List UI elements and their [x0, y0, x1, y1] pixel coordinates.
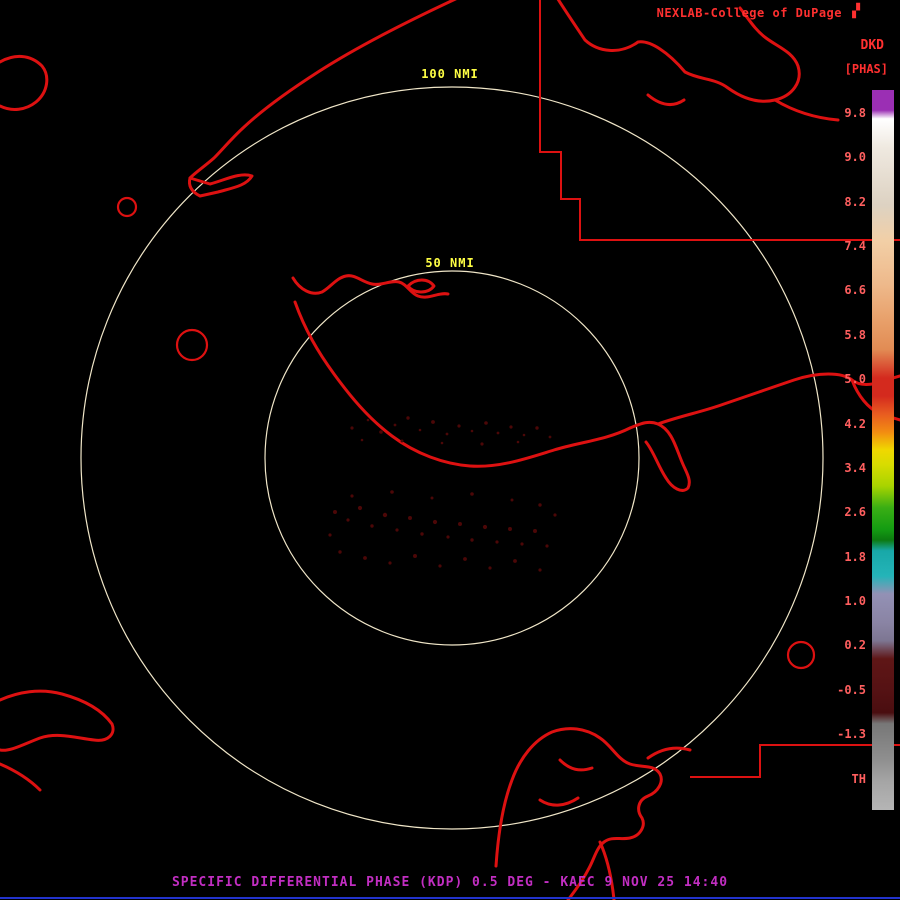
colorbar-tick-label: TH — [851, 772, 866, 786]
cod-logo-icon: ▞ — [852, 4, 860, 19]
kdp-colorbar — [872, 90, 894, 810]
colorbar-tick-label: 9.8 — [844, 106, 866, 120]
radar-display: 100 NMI 50 NMI NEXLAB-College of DuPage … — [0, 0, 900, 900]
radar-map-overlay — [0, 0, 900, 900]
product-unit-label: [PHAS] — [844, 62, 888, 76]
colorbar-tick-label: 1.0 — [844, 594, 866, 608]
radar-clutter-echoes — [328, 416, 557, 572]
colorbar-tick-label: -1.3 — [837, 727, 866, 741]
colorbar-tick-label: -0.5 — [837, 683, 866, 697]
colorbar-tick-label: 0.2 — [844, 638, 866, 652]
colorbar-tick-label: 3.4 — [844, 461, 866, 475]
colorbar-tick-label: 6.6 — [844, 283, 866, 297]
colorbar-tick-label: 9.0 — [844, 150, 866, 164]
product-code-label: DKD — [860, 38, 884, 53]
bottom-border-line — [0, 897, 900, 899]
coastline-paths — [0, 0, 900, 900]
brand-title: NEXLAB-College of DuPage — [656, 6, 842, 20]
colorbar-tick-label: 2.6 — [844, 505, 866, 519]
range-ring-100nmi — [80, 86, 824, 830]
outer-ring-label: 100 NMI — [421, 67, 479, 81]
colorbar-tick-label: 4.2 — [844, 417, 866, 431]
colorbar-tick-label: 1.8 — [844, 550, 866, 564]
range-rings — [80, 86, 824, 830]
colorbar-tick-label: 5.0 — [844, 372, 866, 386]
colorbar-tick-label: 5.8 — [844, 328, 866, 342]
inner-ring-label: 50 NMI — [425, 256, 475, 270]
colorbar-tick-label: 7.4 — [844, 239, 866, 253]
colorbar-tick-label: 8.2 — [844, 195, 866, 209]
product-caption: SPECIFIC DIFFERENTIAL PHASE (KDP) 0.5 DE… — [171, 875, 729, 890]
range-ring-50nmi — [264, 270, 640, 646]
